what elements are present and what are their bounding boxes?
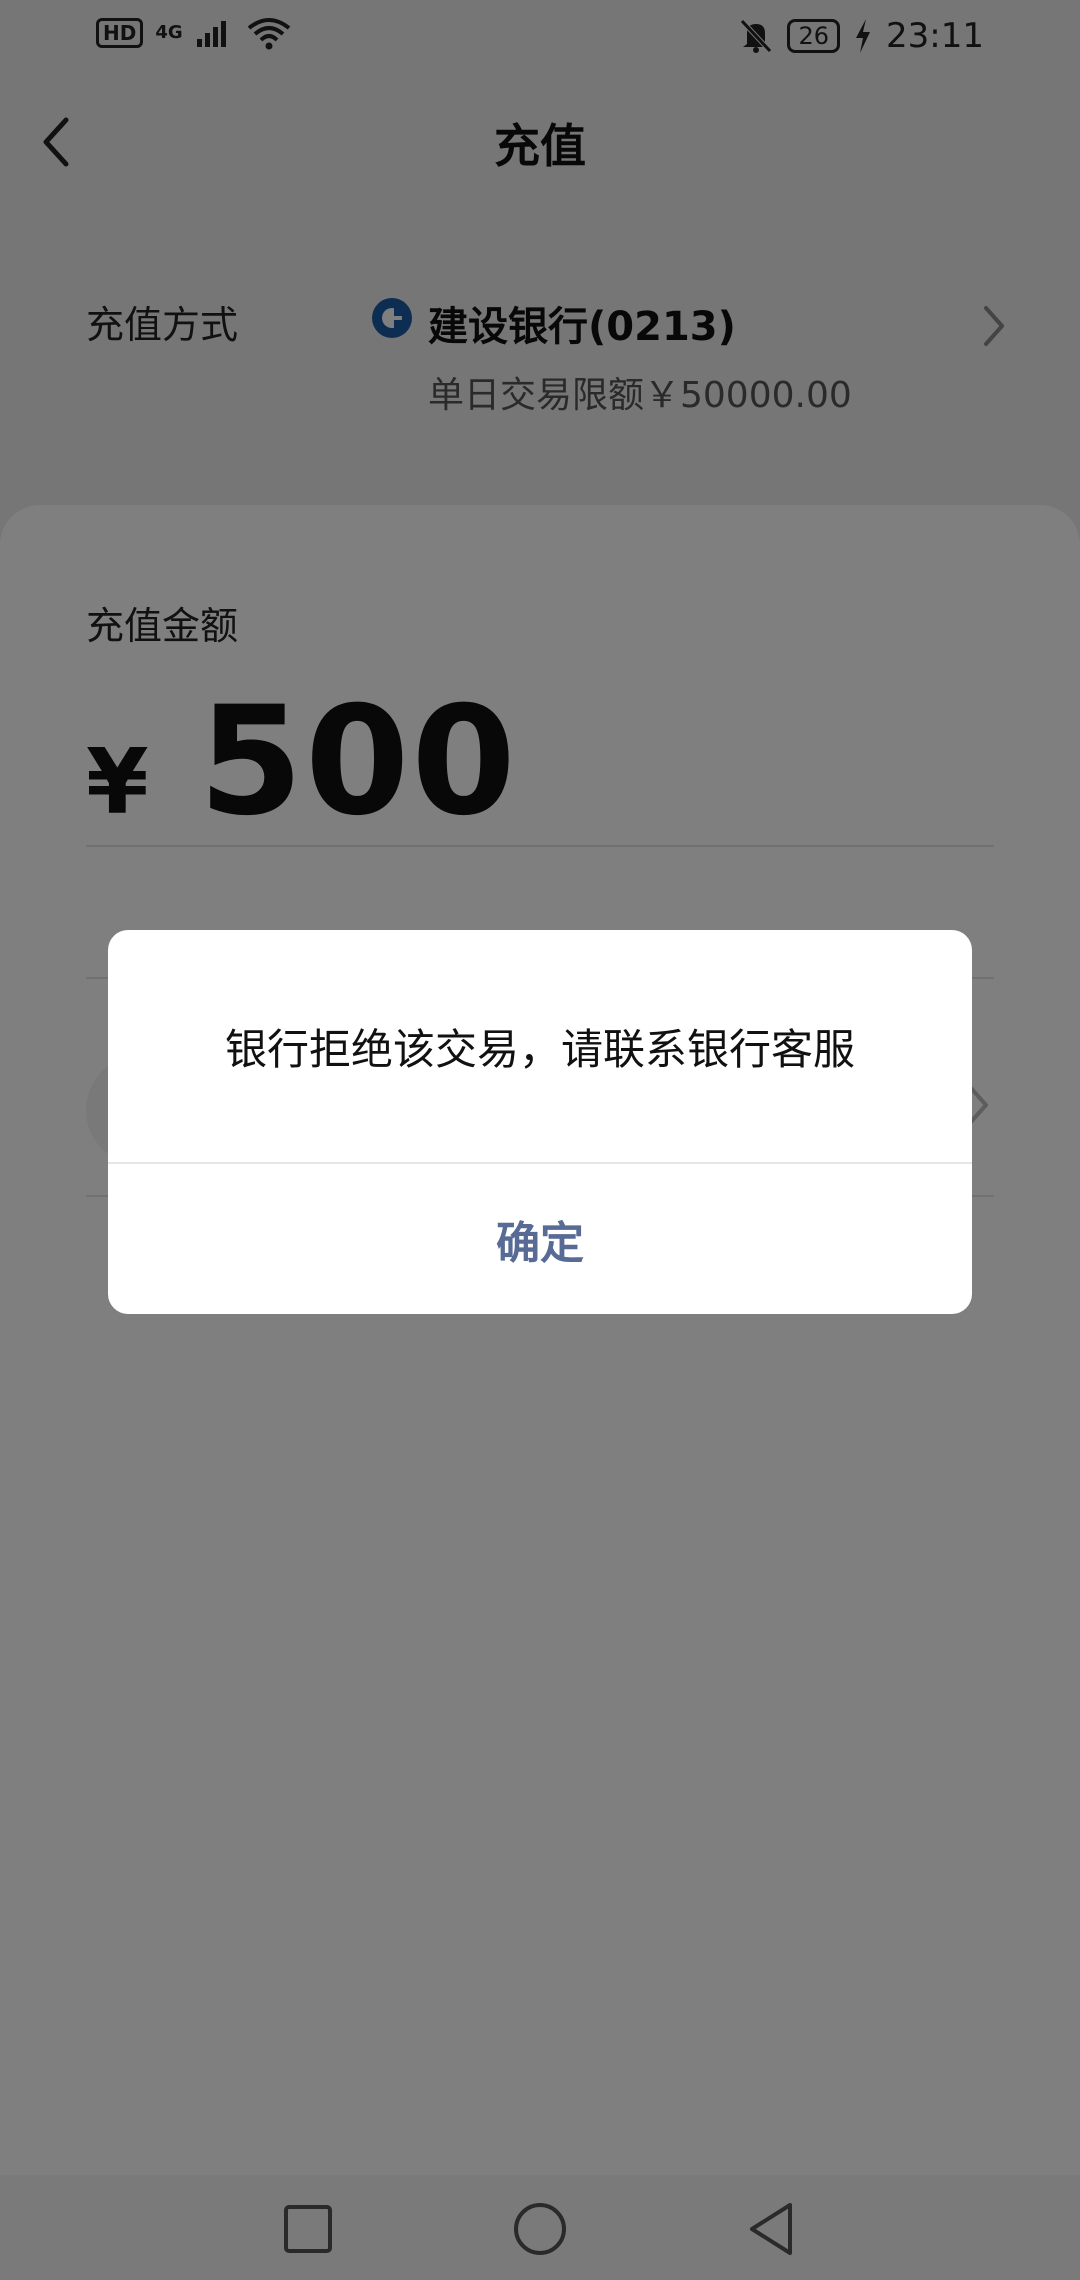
error-dialog: 银行拒绝该交易，请联系银行客服 确定 xyxy=(108,930,972,1314)
navigation-bar xyxy=(0,2175,1080,2280)
home-circle-icon xyxy=(514,2203,566,2255)
back-triangle-icon xyxy=(750,2203,792,2255)
home-button[interactable] xyxy=(508,2197,572,2261)
dialog-message: 银行拒绝该交易，请联系银行客服 xyxy=(224,1024,855,1074)
back-nav-button[interactable] xyxy=(740,2197,804,2261)
recents-square-icon xyxy=(284,2205,332,2253)
confirm-button[interactable]: 确定 xyxy=(108,1164,972,1314)
recents-button[interactable] xyxy=(276,2197,340,2261)
